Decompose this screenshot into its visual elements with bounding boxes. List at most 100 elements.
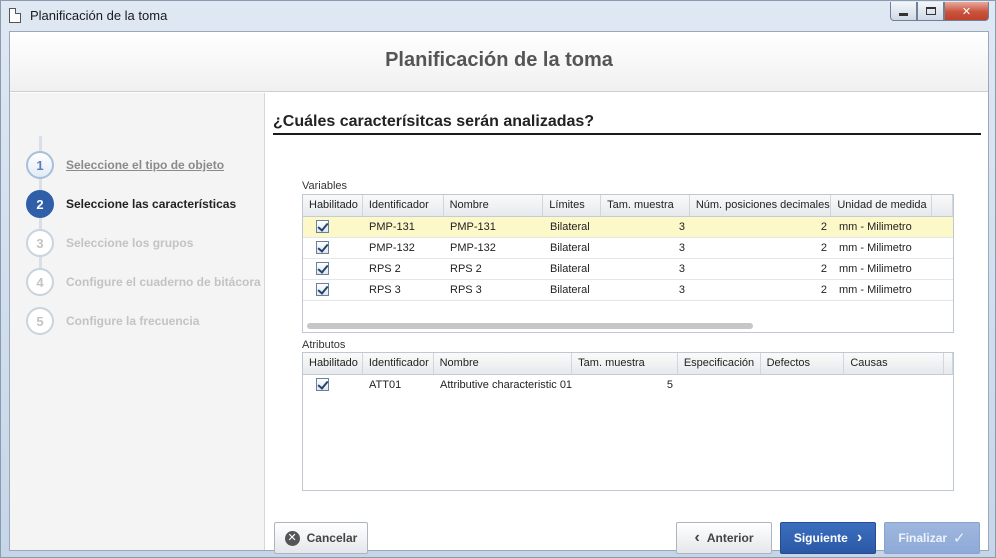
col-header-filler [932, 195, 953, 216]
col-header-limits[interactable]: Límites [543, 195, 602, 216]
step-number: 3 [26, 229, 54, 257]
sample-size-cell: 3 [678, 242, 685, 254]
enabled-checkbox[interactable] [316, 282, 329, 296]
limits-cell: Bilateral [550, 221, 590, 233]
enabled-checkbox[interactable] [316, 261, 329, 275]
wizard-header: Planificación de la toma [10, 32, 988, 92]
minimize-button[interactable] [890, 2, 917, 21]
limits-cell: Bilateral [550, 242, 590, 254]
application-window: Planificación de la toma ✕ Planificación… [0, 0, 996, 558]
col-header-specification[interactable]: Especificación [678, 353, 761, 374]
variables-label: Variables [302, 180, 348, 192]
sample-size-cell: 3 [678, 263, 685, 275]
previous-button-label: Anterior [706, 531, 754, 545]
step-2-characteristics: 2 Seleccione las características [26, 189, 236, 219]
unit-cell: mm - Milimetro [839, 263, 912, 275]
table-row[interactable]: PMP-131 PMP-131 Bilateral 3 2 mm - Milim… [303, 217, 953, 238]
step-label: Configure el cuaderno de bitácora [66, 275, 261, 289]
enabled-checkbox[interactable] [316, 219, 329, 233]
variables-grid: Habilitado Identificador Nombre Límites … [302, 194, 954, 333]
identifier-cell: RPS 2 [369, 263, 401, 275]
col-header-name[interactable]: Nombre [434, 353, 573, 374]
window-controls: ✕ [890, 2, 989, 21]
limits-cell: Bilateral [550, 284, 590, 296]
steps-sidebar: 1 Seleccione el tipo de objeto 2 Selecci… [10, 93, 265, 550]
col-header-identifier[interactable]: Identificador [363, 195, 444, 216]
attributes-header-row: Habilitado Identificador Nombre Tam. mue… [303, 353, 953, 375]
name-cell: PMP-132 [450, 242, 496, 254]
name-cell: PMP-131 [450, 221, 496, 233]
unit-cell: mm - Milimetro [839, 221, 912, 233]
identifier-cell: ATT01 [369, 379, 402, 391]
enabled-cell [303, 238, 363, 258]
minimize-icon [899, 12, 908, 16]
col-header-enabled[interactable]: Habilitado [303, 353, 363, 374]
identifier-cell: PMP-132 [369, 242, 415, 254]
next-button-label: Siguiente [793, 531, 848, 545]
enabled-cell [303, 259, 363, 279]
sample-size-cell: 5 [666, 379, 673, 391]
step-1-object-type[interactable]: 1 Seleccione el tipo de objeto [26, 150, 224, 180]
enabled-cell [303, 217, 363, 237]
enabled-cell [303, 375, 363, 396]
col-header-sample-size[interactable]: Tam. muestra [601, 195, 690, 216]
finish-button[interactable]: Finalizar ✓ [884, 522, 980, 554]
decimals-cell: 2 [820, 263, 827, 275]
step-number: 1 [26, 151, 54, 179]
section-question: ¿Cuáles caracterísitcas serán analizadas… [273, 113, 595, 130]
step-number: 5 [26, 307, 54, 335]
table-row[interactable]: RPS 2 RPS 2 Bilateral 3 2 mm - Milimetro [303, 259, 953, 280]
step-5-frequency: 5 Configure la frecuencia [26, 306, 199, 336]
col-header-sample-size[interactable]: Tam. muestra [572, 353, 678, 374]
page-title: Planificación de la toma [385, 49, 613, 71]
table-row[interactable]: RPS 3 RPS 3 Bilateral 3 2 mm - Milimetro [303, 280, 953, 301]
step-number: 4 [26, 268, 54, 296]
window-title: Planificación de la toma [30, 8, 168, 23]
col-header-causes[interactable]: Causas [844, 353, 945, 374]
step-label: Seleccione las características [66, 197, 237, 211]
col-header-filler [944, 353, 953, 374]
identifier-cell: PMP-131 [369, 221, 415, 233]
chevron-left-icon: ‹ [694, 529, 700, 546]
step-label: Seleccione los grupos [66, 236, 194, 250]
document-icon [9, 8, 21, 23]
sample-size-cell: 3 [678, 284, 685, 296]
col-header-decimal-places[interactable]: Núm. posiciones decimales [690, 195, 832, 216]
step-3-groups: 3 Seleccione los grupos [26, 228, 193, 258]
enabled-cell [303, 280, 363, 300]
col-header-unit[interactable]: Unidad de medida [831, 195, 933, 216]
section-divider [273, 133, 981, 135]
sample-size-cell: 3 [678, 221, 685, 233]
name-cell: RPS 3 [450, 284, 482, 296]
enabled-checkbox[interactable] [316, 240, 329, 254]
close-button[interactable]: ✕ [944, 2, 989, 21]
maximize-button[interactable] [917, 2, 944, 21]
unit-cell: mm - Milimetro [839, 284, 912, 296]
limits-cell: Bilateral [550, 263, 590, 275]
col-header-name[interactable]: Nombre [444, 195, 544, 216]
attributes-grid: Habilitado Identificador Nombre Tam. mue… [302, 352, 954, 491]
next-button[interactable]: Siguiente › [780, 522, 876, 554]
decimals-cell: 2 [820, 284, 827, 296]
horizontal-scrollbar[interactable] [307, 323, 753, 329]
col-header-identifier[interactable]: Identificador [363, 353, 434, 374]
wizard-client-area: Planificación de la toma 1 Seleccione el… [9, 31, 989, 554]
enabled-checkbox[interactable] [316, 377, 329, 391]
col-header-enabled[interactable]: Habilitado [303, 195, 363, 216]
causes-cell [846, 375, 946, 396]
step-number: 2 [26, 190, 54, 218]
unit-cell: mm - Milimetro [839, 242, 912, 254]
defects-cell [762, 375, 846, 396]
step-label: Seleccione el tipo de objeto [66, 158, 225, 172]
col-header-defects[interactable]: Defectos [761, 353, 845, 374]
step-4-logbook: 4 Configure el cuaderno de bitácora [26, 267, 261, 297]
name-cell: Attributive characteristic 01 [440, 379, 573, 391]
checkmark-icon: ✓ [953, 530, 966, 547]
title-bar: Planificación de la toma ✕ [1, 1, 995, 31]
previous-button[interactable]: ‹ Anterior [676, 522, 772, 554]
table-row[interactable]: ATT01 Attributive characteristic 01 5 [303, 375, 953, 396]
cancel-button[interactable]: ✕ Cancelar [274, 522, 368, 554]
identifier-cell: RPS 3 [369, 284, 401, 296]
finish-button-label: Finalizar [898, 531, 948, 545]
table-row[interactable]: PMP-132 PMP-132 Bilateral 3 2 mm - Milim… [303, 238, 953, 259]
